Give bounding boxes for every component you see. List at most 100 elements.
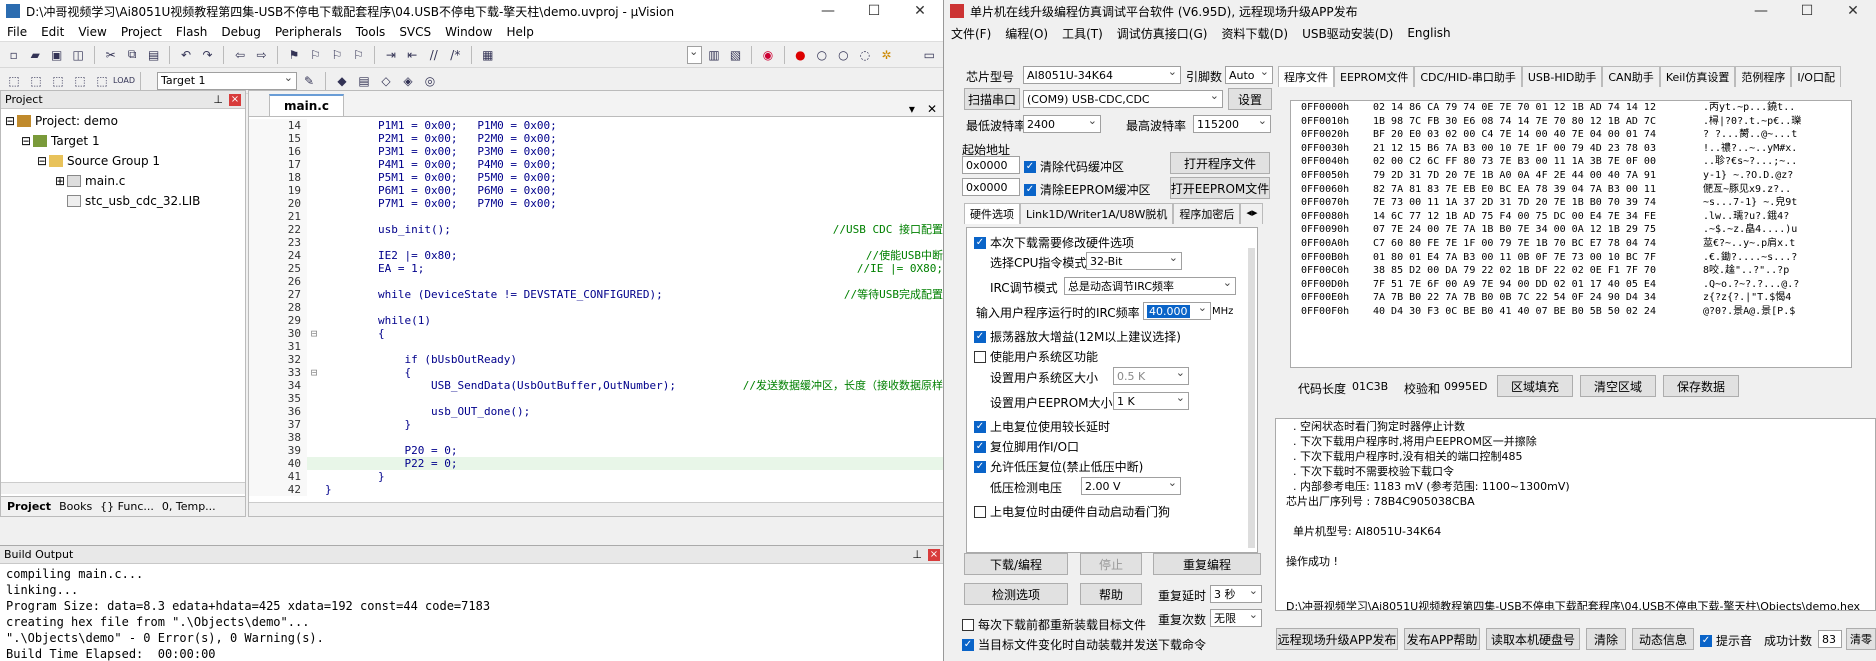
minimize-icon[interactable]: — xyxy=(805,3,851,19)
code-line[interactable]: 23 xyxy=(249,236,943,249)
hex-row[interactable]: 0FF00E0h 7A 7B B0 22 7A 7B B0 0B 7C 22 54… xyxy=(1291,291,1851,305)
code-line[interactable]: 37 } xyxy=(249,418,943,431)
tab-program-file[interactable]: 程序文件 xyxy=(1278,66,1334,87)
save-data-button[interactable]: 保存数据 xyxy=(1663,375,1739,397)
pin-select[interactable]: Auto xyxy=(1225,66,1273,84)
opt-osc-gain-checkbox[interactable]: ✓ 振荡器放大增益(12M以上建议选择) xyxy=(974,328,1181,345)
opt-long-delay-checkbox[interactable]: ✓ 上电复位使用较长延时 xyxy=(974,418,1110,435)
code-line[interactable]: 25 EA = 1; //IE |= 0X80; xyxy=(249,262,943,275)
hex-row[interactable]: 0FF00D0h 7F 51 7E 6F 00 A9 7E 94 00 DD 02… xyxy=(1291,278,1851,292)
stop-build-icon[interactable]: ⬚ xyxy=(92,71,112,91)
copy-icon[interactable]: ⧉ xyxy=(122,45,141,65)
eeprom-size-select[interactable]: 1 K xyxy=(1113,392,1189,410)
code-line[interactable]: 41 } xyxy=(249,470,943,483)
code-line[interactable]: 32 if (bUsbOutReady) xyxy=(249,353,943,366)
code-line[interactable]: 17 P4M1 = 0x00; P4M0 = 0x00; xyxy=(249,158,943,171)
fold-marker[interactable] xyxy=(307,184,321,197)
fold-marker[interactable] xyxy=(307,483,321,496)
code-line[interactable]: 30 ⊟ { xyxy=(249,327,943,340)
hex-row[interactable]: 0FF0070h 7E 73 00 11 1A 37 2D 31 7D 20 7E… xyxy=(1291,196,1851,210)
clear-area-button[interactable]: 清空区域 xyxy=(1580,375,1656,397)
tree-group[interactable]: ⊟ Source Group 1 xyxy=(5,151,241,171)
fold-marker[interactable] xyxy=(307,210,321,223)
code-line[interactable]: 19 P6M1 = 0x00; P6M0 = 0x00; xyxy=(249,184,943,197)
chip-select[interactable]: AI8051U-34K64 xyxy=(1023,66,1181,84)
editor-tab-main[interactable]: main.c xyxy=(269,94,344,116)
code-line[interactable]: 14 P1M1 = 0x00; P1M0 = 0x00; xyxy=(249,119,943,132)
fold-marker[interactable] xyxy=(307,301,321,314)
tab-eeprom-file[interactable]: EEPROM文件 xyxy=(1334,66,1415,87)
help-button[interactable]: 帮助 xyxy=(1080,583,1142,605)
isp-minimize-icon[interactable]: — xyxy=(1738,3,1784,19)
opt-autoload-checkbox[interactable]: ✓ 当目标文件变化时自动装载并发送下载命令 xyxy=(962,636,1206,653)
hex-row[interactable]: 0FF0090h 07 7E 24 00 7E 7A 1B B0 7E 34 00… xyxy=(1291,223,1851,237)
menu-flash[interactable]: Flash xyxy=(169,25,214,39)
tab-usb-hid[interactable]: USB-HID助手 xyxy=(1521,66,1603,87)
close-icon[interactable]: ✕ xyxy=(897,3,943,19)
tab-encrypt[interactable]: 程序加密后 xyxy=(1173,203,1241,224)
bookmark-prev-icon[interactable]: ⚐ xyxy=(306,45,325,65)
fold-marker[interactable] xyxy=(307,340,321,353)
hex-row[interactable]: 0FF0080h 14 6C 77 12 1B AD 75 F4 00 75 DC… xyxy=(1291,210,1851,224)
fold-marker[interactable] xyxy=(307,249,321,262)
tab-io-config[interactable]: I/O口配 xyxy=(1791,66,1841,87)
menu-file[interactable]: File xyxy=(0,25,34,39)
fold-marker[interactable] xyxy=(307,392,321,405)
tab-scroll-arrows-icon[interactable]: ◂▸ xyxy=(1240,203,1264,224)
fold-marker[interactable] xyxy=(307,119,321,132)
breakpoint-kill-icon[interactable]: ○ xyxy=(834,45,853,65)
hex-row[interactable]: 0FF0060h 82 7A 81 83 7E EB E0 BC EA 78 39… xyxy=(1291,183,1851,197)
code-line[interactable]: 40 P22 = 0; xyxy=(249,457,943,470)
fold-marker[interactable] xyxy=(307,379,321,392)
menu-tools[interactable]: Tools xyxy=(349,25,393,39)
tree-target[interactable]: ⊟ Target 1 xyxy=(5,131,241,151)
code-line[interactable]: 18 P5M1 = 0x00; P5M0 = 0x00; xyxy=(249,171,943,184)
stop-button[interactable]: 停止 xyxy=(1080,553,1142,575)
find-icon[interactable]: ▥ xyxy=(704,45,723,65)
redo-icon[interactable]: ↷ xyxy=(198,45,217,65)
fold-marker[interactable]: ⊟ xyxy=(307,366,321,379)
paste-icon[interactable]: ▤ xyxy=(144,45,163,65)
isp-menu-debug[interactable]: 调试仿真接口(G) xyxy=(1110,25,1215,42)
check-options-button[interactable]: 检测选项 xyxy=(964,583,1068,605)
rebuild-icon[interactable]: ⬚ xyxy=(48,71,68,91)
code-line[interactable]: 36 usb_OUT_done(); xyxy=(249,405,943,418)
hex-row[interactable]: 0FF00F0h 40 D4 30 F3 0C BE B0 41 40 07 BE… xyxy=(1291,305,1851,319)
runtime-icon[interactable]: ◎ xyxy=(420,71,440,91)
batch-build-icon[interactable]: ⬚ xyxy=(70,71,90,91)
bookmark-next-icon[interactable]: ⚐ xyxy=(327,45,346,65)
menu-peripherals[interactable]: Peripherals xyxy=(268,25,349,39)
tab-functions[interactable]: {} Func... xyxy=(100,500,154,513)
breakpoint-disable-icon[interactable]: ○ xyxy=(812,45,831,65)
tab-close-icon[interactable]: ✕ xyxy=(921,102,943,116)
isp-menu-file[interactable]: 文件(F) xyxy=(944,25,998,42)
save-icon[interactable]: ▣ xyxy=(47,45,66,65)
code-line[interactable]: 29 while(1) xyxy=(249,314,943,327)
fold-marker[interactable] xyxy=(307,457,321,470)
save-all-icon[interactable]: ◫ xyxy=(68,45,87,65)
fold-marker[interactable] xyxy=(307,197,321,210)
tab-project[interactable]: Project xyxy=(7,500,51,513)
cut-icon[interactable]: ✂ xyxy=(101,45,120,65)
cpu-mode-select[interactable]: 32-Bit xyxy=(1086,252,1182,270)
code-line[interactable]: 24 IE2 |= 0x80; //使能USB中断 xyxy=(249,249,943,262)
open-program-button[interactable]: 打开程序文件 xyxy=(1170,152,1270,174)
nav-forward-icon[interactable]: ⇨ xyxy=(252,45,271,65)
tab-list-icon[interactable]: ▾ xyxy=(903,102,921,116)
debug-session-icon[interactable]: ◉ xyxy=(758,45,777,65)
eeprom-addr-input[interactable]: 0x0000 xyxy=(962,178,1020,196)
fold-marker[interactable] xyxy=(307,470,321,483)
isp-menu-tools[interactable]: 工具(T) xyxy=(1055,25,1110,42)
new-file-icon[interactable]: ▫ xyxy=(4,45,23,65)
unindent-icon[interactable]: ⇤ xyxy=(403,45,422,65)
code-line[interactable]: 38 xyxy=(249,431,943,444)
nav-back-icon[interactable]: ⇦ xyxy=(230,45,249,65)
pin-icon[interactable]: ⊥ xyxy=(213,93,223,106)
tab-templates[interactable]: 0, Temp... xyxy=(162,500,216,513)
manage-items-icon[interactable]: ▤ xyxy=(354,71,374,91)
reset-count-button[interactable]: 清零 xyxy=(1846,628,1876,650)
fold-marker[interactable] xyxy=(307,132,321,145)
publish-help-button[interactable]: 发布APP帮助 xyxy=(1404,628,1480,650)
fold-marker[interactable] xyxy=(307,223,321,236)
pack-installer-icon[interactable]: ◇ xyxy=(376,71,396,91)
